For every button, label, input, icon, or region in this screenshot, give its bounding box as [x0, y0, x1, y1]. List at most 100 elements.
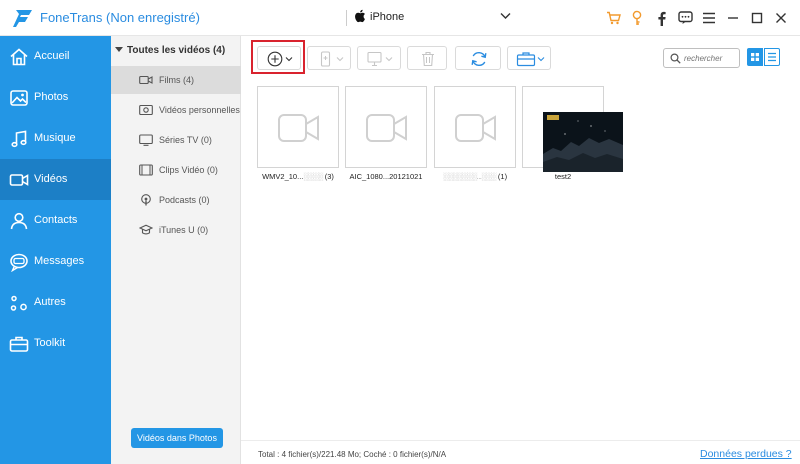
sidebar-item-toolkit[interactable]: Toolkit [0, 323, 111, 364]
list-icon [768, 52, 776, 62]
category-item-podcasts[interactable]: Podcasts (0) [111, 186, 241, 214]
close-button[interactable] [772, 9, 790, 27]
toolbox-icon [516, 52, 545, 67]
grid-icon [751, 53, 759, 61]
sidebar-item-photos[interactable]: Photos [0, 77, 111, 118]
sidebar-item-autres[interactable]: Autres [0, 282, 111, 323]
sidebar-item-label: Contacts [34, 214, 78, 226]
messages-icon [10, 253, 28, 272]
key-icon [632, 10, 642, 25]
sidebar-item-label: Vidéos [34, 173, 68, 185]
category-item-itunes-u[interactable]: iTunes U (0) [111, 216, 241, 244]
caret-down-icon [115, 47, 123, 52]
video-tile[interactable]: test2 [522, 86, 623, 184]
category-item-label: Podcasts (0) [159, 195, 210, 205]
delete-button[interactable] [407, 46, 447, 70]
maximize-button[interactable] [748, 9, 766, 27]
search-icon [670, 53, 681, 64]
videos-in-photos-button[interactable]: Vidéos dans Photos [131, 428, 223, 448]
toolbar [241, 36, 800, 80]
category-item-home-videos[interactable]: Vidéos personnelles ... [111, 96, 250, 124]
category-item-label: Clips Vidéo (0) [159, 165, 218, 175]
podcast-icon [141, 194, 151, 206]
export-to-device-button[interactable] [307, 46, 351, 70]
toolbox-button[interactable] [507, 46, 551, 70]
sidebar: Accueil Photos Musique Vidéos Contacts M… [0, 36, 111, 464]
cart-icon [606, 11, 621, 25]
video-placeholder-icon [278, 114, 319, 142]
category-item-films[interactable]: Films (4) [111, 66, 241, 94]
sidebar-item-label: Accueil [34, 50, 70, 62]
export-to-pc-button[interactable] [357, 46, 401, 70]
photo-icon [10, 90, 28, 106]
search-box[interactable] [663, 48, 740, 68]
video-icon [9, 174, 29, 186]
feedback-button[interactable] [676, 9, 694, 27]
sidebar-item-label: Photos [34, 91, 69, 103]
list-view-button[interactable] [764, 48, 780, 66]
category-header[interactable]: Toutes les vidéos (4) [115, 45, 225, 56]
video-thumbnail [522, 86, 623, 172]
refresh-button[interactable] [455, 46, 501, 70]
toolkit-icon [9, 336, 29, 352]
tv-icon [139, 134, 153, 146]
sidebar-item-label: Toolkit [34, 337, 66, 349]
sidebar-item-label: Messages [34, 255, 85, 267]
minimize-icon [728, 17, 738, 19]
video-tile[interactable]: WMV2_10...░░░░ (3) [257, 86, 339, 184]
device-selector[interactable]: iPhone [346, 8, 514, 28]
status-summary: Total : 4 fichier(s)/221.48 Mo; Coché : … [258, 450, 447, 459]
facebook-icon [657, 11, 666, 26]
maximize-icon [751, 12, 763, 24]
video-thumbnail [434, 86, 516, 168]
divider [346, 10, 347, 26]
home-video-icon [139, 104, 153, 116]
video-placeholder-icon [455, 114, 496, 142]
title-bar: FoneTrans (Non enregistré) iPhone [0, 0, 800, 36]
category-item-tv-series[interactable]: Séries TV (0) [111, 126, 241, 154]
sidebar-item-accueil[interactable]: Accueil [0, 36, 111, 77]
highlight-box [251, 40, 305, 74]
film-icon [139, 75, 153, 85]
register-button[interactable] [628, 9, 646, 27]
fonetrans-logo-icon [13, 10, 32, 27]
category-item-label: Séries TV (0) [159, 135, 212, 145]
home-icon [10, 48, 28, 66]
computer-export-icon [367, 51, 393, 67]
sidebar-item-messages[interactable]: Messages [0, 241, 111, 282]
redacted-text: ░░░░ [303, 172, 323, 181]
minimize-button[interactable] [724, 9, 742, 27]
music-icon [11, 130, 27, 148]
video-tile[interactable]: ░░░░░░░...░░░ (1) [434, 86, 516, 184]
chat-icon [677, 11, 693, 24]
category-item-video-clips[interactable]: Clips Vidéo (0) [111, 156, 241, 184]
trash-icon [422, 51, 434, 67]
redacted-text: ░░░░░░░...░░░ [442, 172, 496, 181]
lost-data-link[interactable]: Données perdues ? [700, 448, 792, 460]
grid-view-button[interactable] [747, 48, 763, 66]
category-header-label: Toutes les vidéos (4) [127, 45, 226, 56]
video-name: WMV2_10...░░░░ (3) [262, 172, 334, 181]
video-tile[interactable]: AIC_1080...20121021 [345, 86, 427, 184]
menu-icon [703, 12, 715, 24]
video-thumbnail [345, 86, 427, 168]
clip-icon [139, 164, 153, 176]
close-icon [776, 13, 786, 23]
video-name: AIC_1080...20121021 [349, 172, 423, 181]
contacts-icon [10, 212, 28, 230]
menu-button[interactable] [700, 9, 718, 27]
main-panel: WMV2_10...░░░░ (3) AIC_1080...20121021 ░… [241, 36, 800, 464]
facebook-button[interactable] [652, 9, 670, 27]
app-title: FoneTrans (Non enregistré) [40, 10, 200, 25]
video-name: test2 [554, 172, 572, 181]
sidebar-item-musique[interactable]: Musique [0, 118, 111, 159]
sidebar-item-videos[interactable]: Vidéos [0, 159, 111, 200]
itunes-u-icon [139, 224, 153, 235]
apple-icon [355, 9, 365, 23]
video-thumbnail [257, 86, 339, 168]
video-placeholder-icon [366, 114, 407, 142]
cart-button[interactable] [604, 9, 622, 27]
refresh-icon [471, 51, 487, 67]
sidebar-item-contacts[interactable]: Contacts [0, 200, 111, 241]
search-input[interactable] [684, 51, 738, 65]
